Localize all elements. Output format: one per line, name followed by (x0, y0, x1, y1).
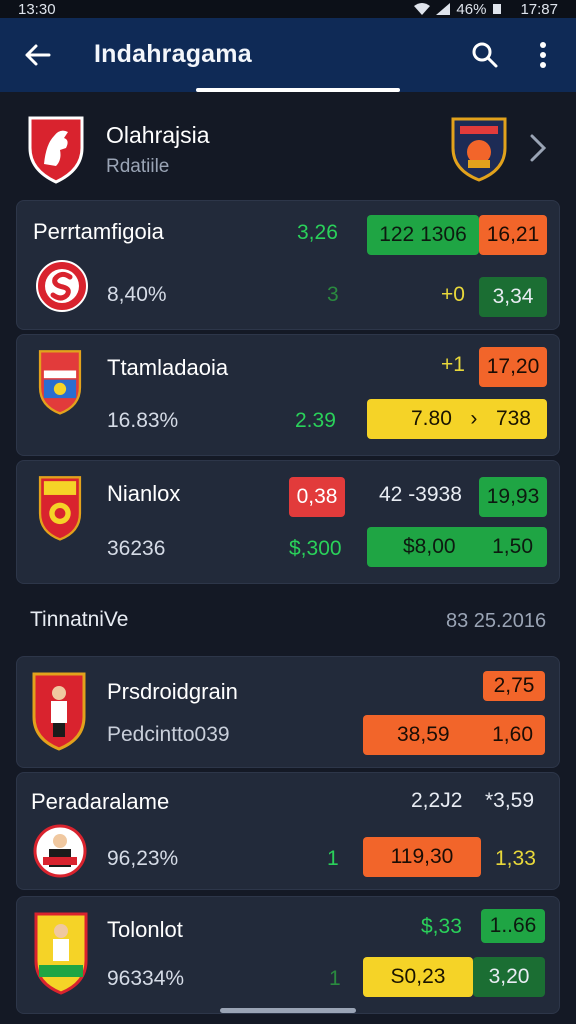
stat-value: 42 -3938 (379, 483, 462, 506)
odds-pill[interactable]: 3,20 (473, 957, 545, 997)
league-crest-icon (28, 116, 84, 184)
status-time: 13:30 (18, 0, 56, 18)
match-name: Prsdroidgrain (107, 679, 238, 704)
stat-value: 3,26 (297, 221, 338, 244)
odds-pill[interactable]: 0,38 (289, 477, 345, 517)
team-name: Ttamladaoia (107, 355, 229, 380)
more-button[interactable] (526, 38, 560, 72)
signal-icon (436, 3, 451, 15)
match-name: Tolonlot (107, 917, 183, 942)
match-percent: 96,23% (107, 847, 179, 870)
search-icon (472, 42, 498, 68)
odds-left: 7.80 (411, 407, 452, 430)
stat-value: +1 (441, 353, 465, 376)
tab-indicator (196, 88, 400, 92)
league-name: Olahrajsia (106, 122, 210, 148)
wifi-icon (414, 3, 431, 15)
odds-pill[interactable]: 2,75 (483, 671, 545, 701)
odds-pill[interactable]: 16,21 (479, 215, 547, 255)
league-subtitle: Rdatiile (106, 156, 170, 177)
home-indicator[interactable] (220, 1008, 356, 1013)
odds-pill[interactable]: 3,34 (479, 277, 547, 317)
match-card-3[interactable]: Tolonlot 96334% $,33 1..66 1 S0,23 3,20 (16, 896, 560, 1014)
match-percent: 96334% (107, 967, 185, 990)
search-button[interactable] (468, 38, 502, 72)
standings-card-1[interactable]: Perrtamfigoia 8,40% 3,26 122 1306 16,21 … (16, 200, 560, 330)
section-date: 83 25.2016 (446, 610, 547, 632)
app-bar: Indahragama (0, 18, 576, 92)
page-title: Indahragama (94, 40, 252, 68)
team-crest-icon (38, 350, 82, 415)
status-right: 46% 17:87 (414, 1, 558, 18)
league-badge-icon (451, 117, 507, 182)
odds-left: 38,59 (397, 723, 450, 746)
stat-value: 1 (329, 967, 341, 990)
odds-pill[interactable]: 119,30 (363, 837, 481, 877)
odds-pill[interactable]: 1..66 (481, 909, 545, 943)
odds-arrow: › (470, 407, 478, 430)
back-button[interactable] (20, 38, 54, 72)
match-name: Peradaralame (31, 789, 170, 814)
match-sub: Pedcintto039 (107, 723, 230, 746)
odds-pill[interactable]: 17,20 (479, 347, 547, 387)
team-logo-icon (36, 260, 88, 312)
team-percent: 36236 (107, 537, 166, 560)
team-crest-icon (32, 672, 86, 751)
stat-value: *3,59 (485, 789, 535, 812)
standings-card-3[interactable]: Nianlox 36236 0,38 42 -3938 19,93 $,300 … (16, 460, 560, 584)
stat-value: 1 (327, 847, 339, 870)
team-crest-icon (38, 476, 82, 541)
odds-right: 1,60 (492, 723, 533, 746)
odds-right: 1,50 (492, 535, 533, 558)
section-title: TinnatniVe (30, 608, 129, 631)
match-card-1[interactable]: Prsdroidgrain Pedcintto039 2,75 38,59 1,… (16, 656, 560, 768)
stat-value: 3 (327, 283, 339, 306)
odds-pill-wide[interactable]: $8,00 1,50 (367, 527, 547, 567)
status-right-time: 17:87 (520, 0, 558, 18)
chevron-right-icon (530, 134, 547, 162)
team-percent: 8,40% (107, 283, 167, 306)
team-name: Nianlox (107, 481, 181, 506)
odds-pill-wide[interactable]: 38,59 1,60 (363, 715, 545, 755)
match-card-2[interactable]: Peradaralame 96,23% 2,2J2 *3,59 1 119,30… (16, 772, 560, 890)
stat-value: +0 (441, 283, 465, 306)
odds-pill[interactable]: S0,23 (363, 957, 473, 997)
team-crest-icon (34, 912, 88, 995)
stat-value: 2.39 (295, 409, 336, 432)
stat-value: 2,2J2 (411, 789, 463, 812)
team-percent: 16.83% (107, 409, 179, 432)
odds-pill[interactable]: 122 1306 (367, 215, 479, 255)
league-header[interactable]: Olahrajsia Rdatiile (0, 104, 576, 192)
odds-pill-wide[interactable]: 7.80 › 738 (367, 399, 547, 439)
stat-value: $,300 (289, 537, 342, 560)
standings-card-2[interactable]: Ttamladaoia 16.83% +1 17,20 2.39 7.80 › … (16, 334, 560, 456)
battery-icon (493, 4, 502, 14)
team-logo-icon (33, 824, 87, 878)
arrow-left-icon (25, 44, 51, 66)
odds-left: $8,00 (403, 535, 456, 558)
odds-pill[interactable]: 19,93 (479, 477, 547, 517)
stat-value: $,33 (421, 915, 462, 938)
more-vertical-icon (540, 42, 546, 68)
odds-right: 738 (495, 407, 531, 430)
stat-value: 1,33 (495, 847, 536, 870)
status-bar: 13:30 46% 17:87 (0, 0, 576, 18)
team-name: Perrtamfigoia (33, 219, 164, 244)
battery-percent: 46% (456, 0, 487, 18)
